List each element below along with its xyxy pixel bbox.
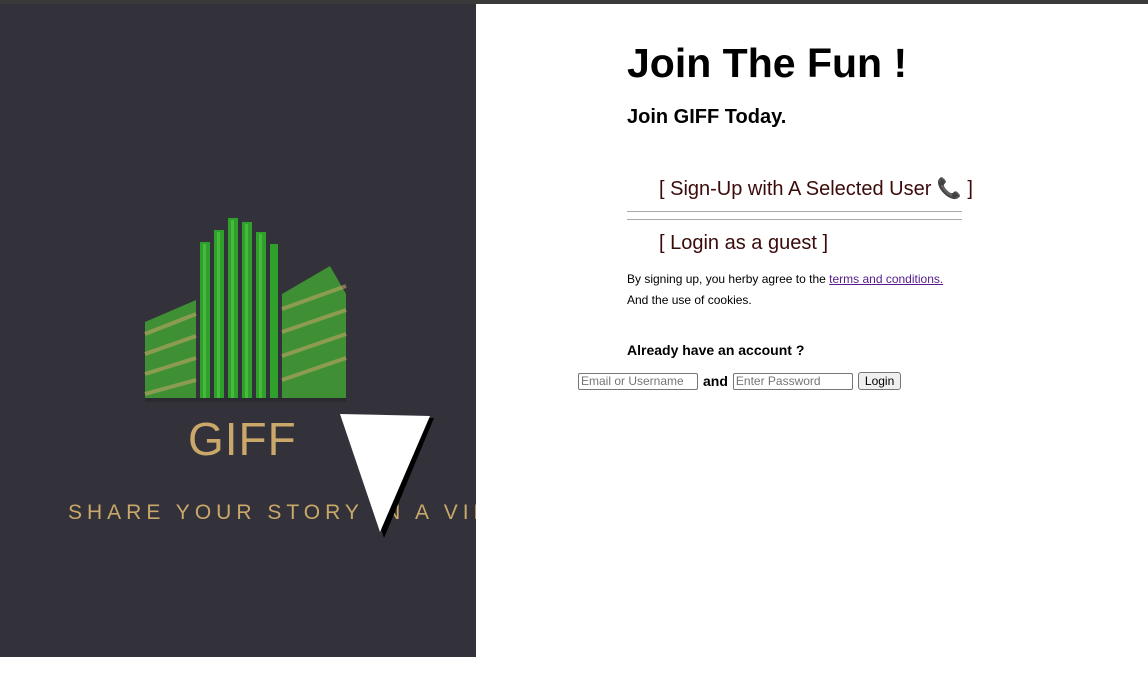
signup-panel: Join The Fun ! Join GIFF Today. [ Sign-U…	[476, 4, 1148, 657]
page-subtitle: Join GIFF Today.	[627, 106, 787, 128]
existing-account-heading: Already have an account ?	[627, 342, 805, 358]
terms-prefix: By signing up, you herby agree to the	[627, 272, 830, 286]
login-form: and Login	[578, 372, 902, 390]
username-input[interactable]	[578, 372, 698, 390]
page-title: Join The Fun !	[627, 40, 908, 86]
cookies-notice: And the use of cookies.	[627, 293, 752, 307]
divider	[627, 211, 962, 212]
login-button[interactable]: Login	[857, 372, 902, 390]
terms-link[interactable]: terms and conditions.	[829, 272, 943, 286]
guest-login-link[interactable]: [ Login as a guest ]	[659, 232, 828, 255]
signup-selected-user-link[interactable]: [ Sign-Up with A Selected User 📞 ]	[659, 176, 973, 201]
divider	[627, 219, 962, 220]
password-input[interactable]	[732, 372, 853, 390]
and-label: and	[703, 373, 728, 389]
brand-wordmark: GIFF	[188, 413, 297, 465]
cursor-arrow-icon	[340, 414, 434, 538]
building-logo-icon	[144, 218, 347, 402]
terms-notice: By signing up, you herby agree to the te…	[627, 272, 943, 286]
brand-panel: GIFF SHARE YOUR STORY IN A VIDEO	[0, 4, 476, 657]
